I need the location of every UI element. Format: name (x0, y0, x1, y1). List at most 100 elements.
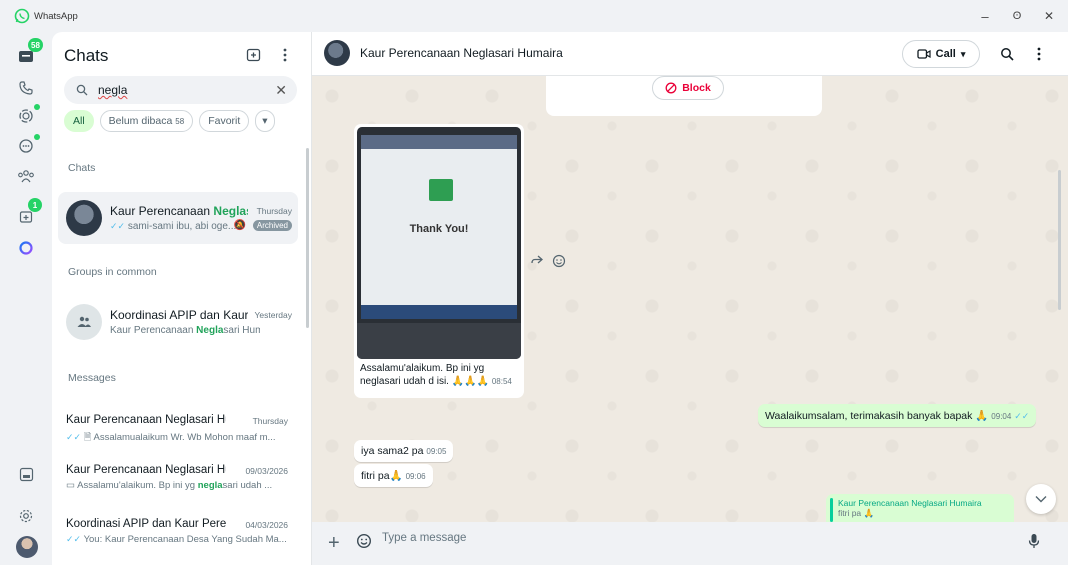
message-time: 09:04 (991, 412, 1012, 421)
quoted-reply[interactable]: Kaur Perencanaan Neglasari Humaira fitri… (826, 494, 1014, 524)
settings-nav-button[interactable] (14, 504, 38, 528)
message-photo[interactable]: Thank You! (357, 127, 521, 359)
archive-nav-button[interactable]: 1 (14, 198, 42, 228)
chevron-down-icon: ▾ (960, 48, 966, 59)
forward-icon[interactable] (530, 254, 546, 270)
media-nav-button[interactable] (14, 462, 38, 486)
close-button[interactable]: ✕ (1034, 0, 1064, 32)
filter-chips: All Belum dibaca 58 Favorit ▾ (64, 110, 275, 132)
filter-all[interactable]: All (64, 110, 94, 132)
chat-row-name: Kaur Perencanaan Neglas... (110, 204, 248, 218)
message-result-text: You: Kaur Perencanaan Desa Yang Sudah Ma… (83, 534, 287, 545)
group-row[interactable]: Koordinasi APIP dan Kaur ... Yesterday K… (58, 296, 298, 348)
clear-search-icon[interactable]: ✕ (275, 82, 287, 99)
conversation-header: Kaur Perencanaan Neglasari Humaira Call … (312, 32, 1068, 76)
filter-unread-label: Belum dibaca (108, 115, 173, 127)
double-check-icon: ✓✓ (1014, 411, 1030, 421)
communities-nav-button[interactable] (14, 164, 38, 188)
outgoing-message[interactable]: Waalaikumsalam, terimakasih banyak bapak… (758, 404, 1037, 427)
group-row-name: Koordinasi APIP dan Kaur ... (110, 308, 248, 322)
channels-nav-button[interactable] (14, 134, 40, 158)
message-time: 09:06 (405, 472, 426, 481)
message-time: 09:05 (426, 447, 447, 456)
block-icon (665, 82, 677, 94)
incoming-message[interactable]: fitri pa🙏 09:06 (354, 464, 433, 487)
microphone-icon[interactable] (1028, 533, 1040, 549)
chevron-down-icon (1035, 495, 1047, 503)
react-emoji-icon[interactable] (552, 254, 568, 270)
filter-more[interactable]: ▾ (255, 110, 275, 132)
chats-nav-button[interactable]: 58 (14, 38, 43, 68)
attach-plus-icon[interactable]: + (328, 532, 340, 555)
message-input[interactable]: Type a message (382, 532, 466, 544)
quote-bar (830, 498, 833, 522)
message-result-preview: ✓✓ 🗎 Assalamualaikum Wr. Wb Mohon maaf m… (66, 430, 288, 446)
message-result-text: Assalamu'alaikum. Bp ini yg (77, 480, 198, 491)
communities-icon (17, 169, 35, 183)
message-result-text: Assalamualaikum Wr. Wb Mohon maaf m... (93, 432, 276, 443)
calls-nav-button[interactable] (14, 76, 38, 100)
call-button[interactable]: Call ▾ (902, 40, 980, 68)
search-chat-button[interactable] (996, 43, 1018, 65)
message-result-time: 09/03/2026 (245, 466, 288, 476)
search-value: negla (98, 83, 128, 97)
chat-row[interactable]: Kaur Perencanaan Neglas... Thursday ✓✓ s… (58, 192, 298, 244)
message-result-row[interactable]: Koordinasi APIP dan Kaur Peren... 04/03/… (66, 518, 288, 558)
message-result-time: Thursday (252, 416, 288, 426)
envelope-check-icon (429, 179, 453, 201)
panel-menu-button[interactable] (274, 44, 296, 66)
communities-badge: 1 (28, 198, 42, 212)
group-row-time: Yesterday (254, 310, 293, 320)
kebab-menu-icon (1037, 47, 1041, 61)
new-chat-icon (246, 48, 261, 63)
quote-text: fitri pa 🙏 (838, 508, 875, 518)
chat-row-name-highlight: Neglas... (213, 204, 248, 218)
status-nav-button[interactable] (14, 104, 40, 128)
image-message[interactable]: Thank You! Assalamu'alaikum. Bp ini yg n… (354, 124, 524, 398)
chat-row-name-text: Kaur Perencanaan (110, 204, 214, 218)
conversation-scrollbar[interactable] (1058, 170, 1061, 310)
emoji-icon[interactable] (356, 533, 372, 549)
block-card: Block (546, 76, 822, 116)
message-result-row[interactable]: Kaur Perencanaan Neglasari Humaira Thurs… (66, 414, 288, 454)
contact-avatar[interactable] (324, 40, 350, 66)
filter-favorites[interactable]: Favorit (199, 110, 250, 132)
channels-icon (18, 138, 34, 154)
chat-row-preview-text: sami-sami ibu, abi oge... (127, 221, 237, 232)
message-result-name: Kaur Perencanaan Neglasari Huma (66, 464, 226, 476)
profile-avatar[interactable] (16, 536, 38, 558)
maximize-button[interactable]: ʘ (1002, 0, 1032, 32)
status-icon (18, 108, 34, 124)
new-chat-button[interactable] (242, 44, 264, 66)
group-preview-rest: sari Humaira ... (223, 325, 260, 336)
section-groups: Groups in common (68, 266, 157, 278)
photo-keyboard (357, 323, 521, 359)
block-button[interactable]: Block (652, 76, 724, 100)
image-message-time: 08:54 (491, 377, 512, 386)
image-caption-text: Assalamu'alaikum. Bp ini yg neglasari ud… (360, 363, 490, 387)
app-title: WhatsApp (34, 10, 78, 22)
chat-list-scrollbar[interactable] (306, 148, 309, 328)
message-result-name: Kaur Perencanaan Neglasari Humaira (66, 414, 226, 426)
scroll-down-button[interactable] (1026, 484, 1056, 514)
photo-taskbar (361, 305, 517, 319)
minimize-button[interactable]: – (970, 0, 1000, 32)
nav-rail: 58 1 (0, 32, 52, 565)
filter-all-label: All (73, 115, 85, 127)
filter-unread-count: 58 (175, 116, 185, 126)
group-preview-text: Kaur Perencanaan (110, 325, 197, 336)
section-chats: Chats (68, 162, 96, 174)
incoming-message[interactable]: iya sama2 pa 09:05 (354, 440, 454, 462)
filter-unread[interactable]: Belum dibaca 58 (99, 110, 194, 132)
message-result-row[interactable]: Kaur Perencanaan Neglasari Huma 09/03/20… (66, 464, 288, 504)
title-bar: WhatsApp (0, 0, 1068, 32)
group-icon (76, 316, 92, 328)
panel-title: Chats (64, 46, 109, 65)
meta-ai-button[interactable] (14, 236, 38, 260)
search-input[interactable]: negla ✕ (64, 76, 297, 104)
chat-menu-button[interactable] (1028, 43, 1050, 65)
contact-name[interactable]: Kaur Perencanaan Neglasari Humaira (360, 46, 563, 60)
kebab-menu-icon (283, 48, 287, 62)
message-result-rest: sari udah ... (222, 480, 273, 491)
photo-screen-text: Thank You! (409, 223, 469, 235)
